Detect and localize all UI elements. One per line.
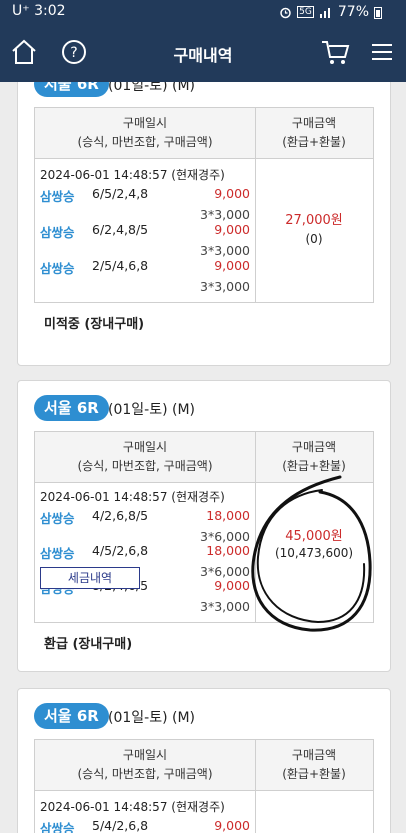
race-badge: 서울 6R (34, 703, 109, 729)
status-icons: 5G 77% (279, 4, 382, 20)
header-purchase-date: 구매일시 (122, 116, 168, 130)
column-divider (255, 740, 256, 833)
bet-amount: 9,000 (214, 186, 250, 201)
alarm-icon (280, 7, 291, 18)
bet-combo: 4/2,6,8/5 (92, 508, 149, 523)
battery-icon (374, 6, 382, 19)
bet-amount: 18,000 (206, 508, 250, 523)
bet-detail: 3*3,000 (200, 599, 250, 614)
cart-icon (322, 41, 350, 64)
bet-type: 삼쌍승 (40, 189, 75, 204)
bet-combo: 2/5/4,6,8 (92, 258, 149, 273)
header-refund: (환급+환불) (282, 135, 346, 149)
purchase-datetime: 2024-06-01 14:48:57 (현재경주) (40, 800, 225, 814)
bet-detail: 3*3,000 (200, 207, 250, 222)
network-icon: 5G (297, 6, 314, 18)
bet-table: 구매일시 (승식, 마번조합, 구매금액) 구매금액 (환급+환불) 2024-… (34, 431, 374, 623)
header-right: 구매금액 (환급+환불) (255, 114, 373, 152)
bet-detail: 3*3,000 (200, 243, 250, 258)
race-date: (01일-토) (M) (108, 402, 196, 418)
header-purchase-detail: (승식, 마번조합, 구매금액) (77, 135, 213, 149)
table-header: 구매일시 (승식, 마번조합, 구매금액) 구매금액 (환급+환불) (35, 740, 373, 791)
bet-amount: 9,000 (214, 818, 250, 833)
bet-amount: 9,000 (214, 222, 250, 237)
header-right: 구매금액 (환급+환불) (255, 746, 373, 784)
bet-detail: 3*6,000 (200, 564, 250, 579)
race-badge: 서울 6R (34, 82, 109, 97)
bet-row: 삼쌍승 2/5/4,6,8 9,000 3*3,000 (35, 258, 255, 302)
bet-type: 삼쌍승 (40, 821, 75, 833)
bet-type: 삼쌍승 (40, 225, 75, 240)
total-amount: 45,000원 (285, 529, 343, 544)
header-left: 구매일시 (승식, 마번조합, 구매금액) (35, 746, 255, 784)
header-refund: (환급+환불) (282, 459, 346, 473)
purchase-history-list[interactable]: 서울 6R (01일-토) (M) 구매일시 (승식, 마번조합, 구매금액) … (0, 82, 406, 833)
bet-detail: 3*3,000 (200, 279, 250, 294)
bet-detail: 3*6,000 (200, 529, 250, 544)
header-right: 구매금액 (환급+환불) (255, 438, 373, 476)
race-date: (01일-토) (M) (108, 82, 196, 94)
menu-button[interactable] (370, 38, 398, 66)
result-status: 미적중 (장내구매) (44, 317, 145, 332)
cart-button[interactable] (320, 38, 350, 66)
purchase-card: 서울 6R (01일-토) (M) 구매일시 (승식, 마번조합, 구매금액) … (17, 380, 391, 672)
bet-amount: 9,000 (214, 258, 250, 273)
signal-icon (319, 8, 330, 18)
refund-amount: (0) (305, 232, 323, 246)
purchase-datetime: 2024-06-01 14:48:57 (현재경주) (40, 168, 225, 182)
battery-level: 77% (337, 4, 369, 20)
bet-combo: 4/5/2,6,8 (92, 543, 149, 558)
column-divider (255, 108, 256, 302)
table-header: 구매일시 (승식, 마번조합, 구매금액) 구매금액 (환급+환불) (35, 432, 373, 483)
bet-amount: 9,000 (214, 578, 250, 593)
bet-table: 구매일시 (승식, 마번조합, 구매금액) 구매금액 (환급+환불) 2024-… (34, 107, 374, 303)
bet-row: 삼쌍승 5/4/2,6,8 9,000 (35, 818, 255, 833)
bet-type: 삼쌍승 (40, 546, 75, 561)
status-bar: U⁺ 3:02 5G 77% (0, 0, 406, 24)
purchase-datetime: 2024-06-01 14:48:57 (현재경주) (40, 490, 225, 504)
header-left: 구매일시 (승식, 마번조합, 구매금액) (35, 438, 255, 476)
header-purchase-date: 구매일시 (122, 748, 168, 762)
header-purchase-amount: 구매금액 (291, 116, 337, 130)
header-purchase-detail: (승식, 마번조합, 구매금액) (77, 459, 213, 473)
bet-table: 구매일시 (승식, 마번조합, 구매금액) 구매금액 (환급+환불) 2024-… (34, 739, 374, 833)
bet-type: 삼쌍승 (40, 511, 75, 526)
purchase-card: 서울 6R (01일-토) (M) 구매일시 (승식, 마번조합, 구매금액) … (17, 82, 391, 366)
header-purchase-detail: (승식, 마번조합, 구매금액) (77, 767, 213, 781)
table-header: 구매일시 (승식, 마번조합, 구매금액) 구매금액 (환급+환불) (35, 108, 373, 159)
bet-combo: 6/5/2,4,8 (92, 186, 149, 201)
bet-combo: 6/2,4,8/5 (92, 222, 149, 237)
race-date: (01일-토) (M) (108, 710, 196, 726)
bet-combo: 5/4/2,6,8 (92, 818, 149, 833)
result-status: 환급 (장내구매) (44, 637, 133, 652)
refund-amount: (10,473,600) (274, 546, 354, 560)
header-purchase-amount: 구매금액 (291, 440, 337, 454)
race-badge: 서울 6R (34, 395, 109, 421)
bet-type: 삼쌍승 (40, 261, 75, 276)
total-amount: 27,000원 (285, 213, 343, 228)
tax-history-button[interactable]: 세금내역 (40, 567, 140, 589)
header-refund: (환급+환불) (282, 767, 346, 781)
header-purchase-amount: 구매금액 (291, 748, 337, 762)
app-header: ? 구매내역 (0, 24, 406, 82)
bet-amount: 18,000 (206, 543, 250, 558)
purchase-card: 서울 6R (01일-토) (M) 구매일시 (승식, 마번조합, 구매금액) … (17, 688, 391, 833)
header-left: 구매일시 (승식, 마번조합, 구매금액) (35, 114, 255, 152)
carrier-time: U⁺ 3:02 (12, 3, 66, 19)
header-purchase-date: 구매일시 (122, 440, 168, 454)
menu-icon (372, 44, 392, 60)
